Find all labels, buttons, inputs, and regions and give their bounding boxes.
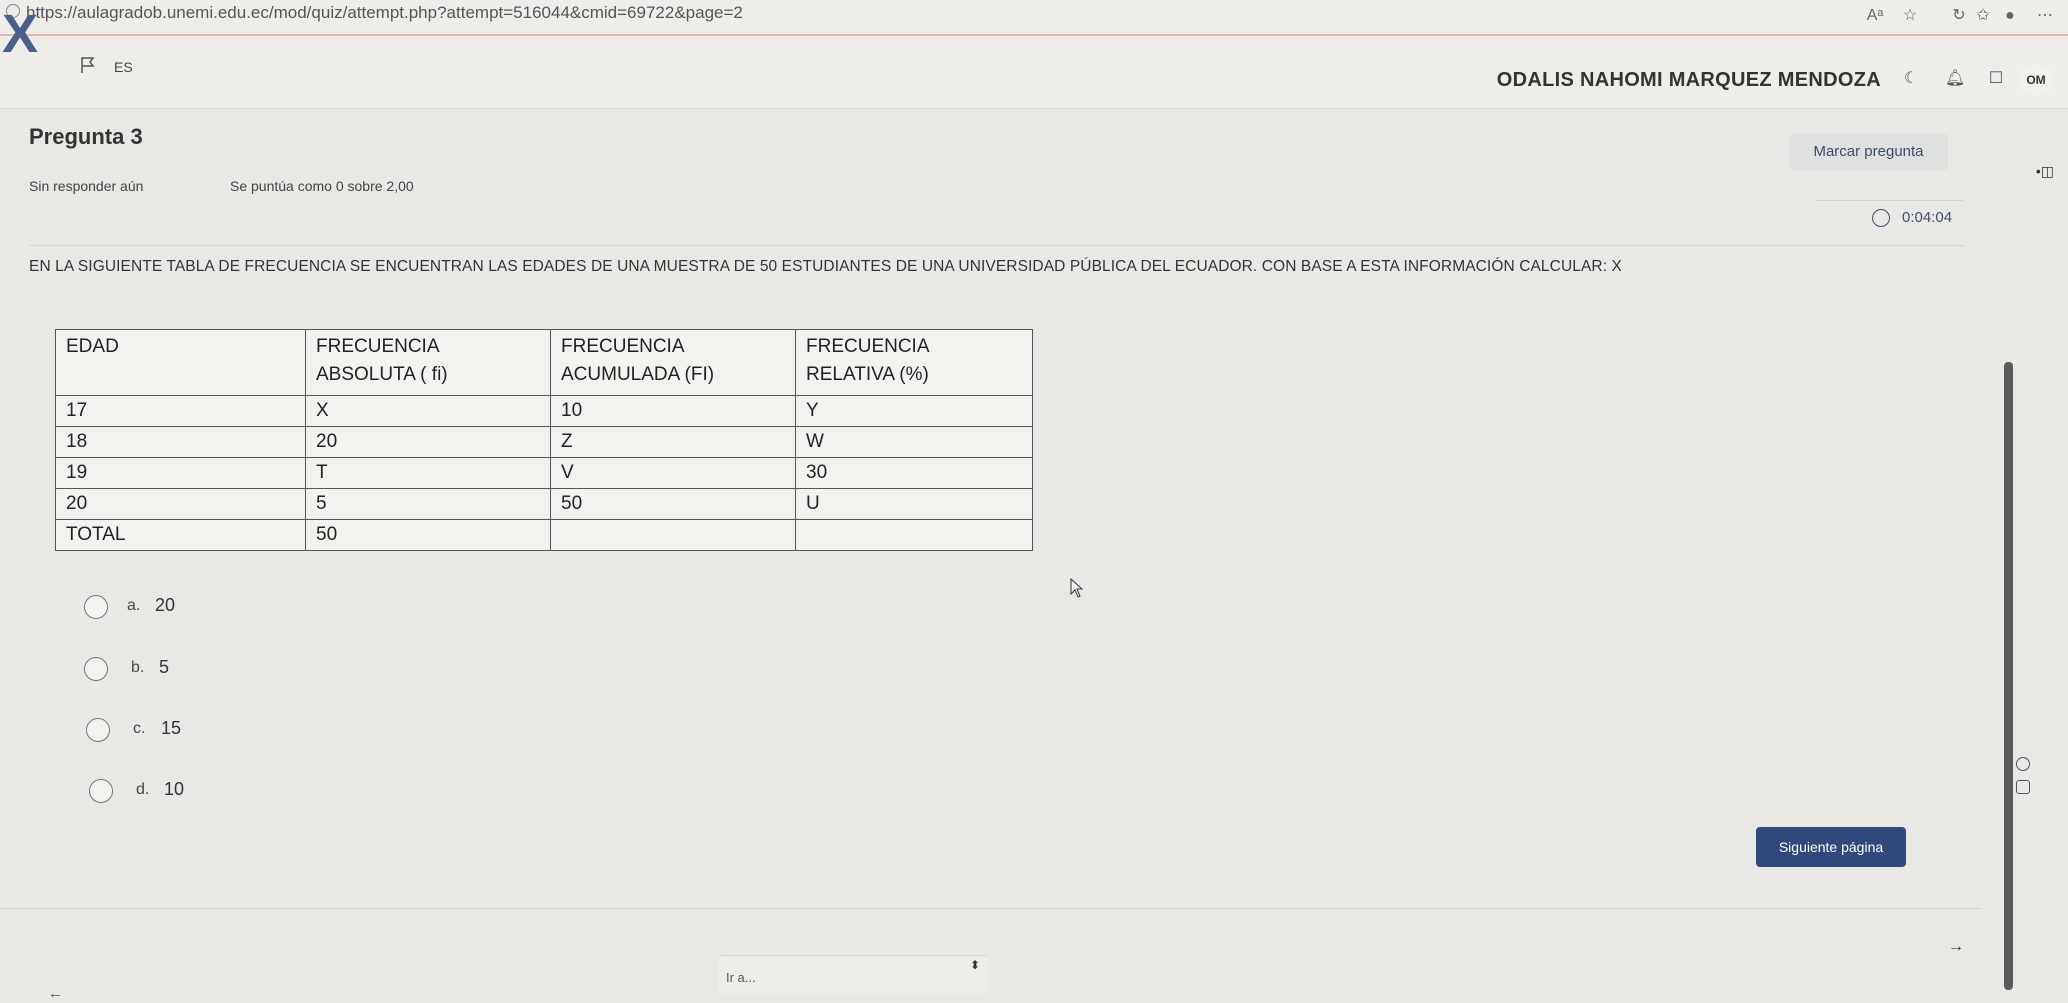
table-row: 17 X 10 Y xyxy=(55,395,1033,427)
table-cell: 19 xyxy=(55,457,306,489)
table-row: 18 20 Z W xyxy=(55,426,1033,458)
answer-b-label[interactable]: 5 xyxy=(159,657,169,678)
table-cell: Y xyxy=(795,395,1033,427)
favorite-icon[interactable]: ☆ xyxy=(1901,7,1919,25)
table-cell: V xyxy=(550,457,796,489)
table-header-cell: FRECUENCIA RELATIVA (%) xyxy=(795,329,1033,396)
table-cell: T xyxy=(305,457,551,489)
favorites-list-icon[interactable]: ✩ xyxy=(1974,7,1992,25)
table-cell: TOTAL xyxy=(55,519,306,551)
table-cell xyxy=(795,519,1033,551)
table-row: 20 5 50 U xyxy=(55,488,1033,520)
question-title: Pregunta 3 xyxy=(29,124,143,149)
arrow-right-icon[interactable]: → xyxy=(1948,938,1964,956)
answer-c-radio[interactable] xyxy=(86,718,110,742)
more-icon[interactable]: ⋯ xyxy=(2036,7,2054,25)
answer-d-radio[interactable] xyxy=(89,779,113,803)
answer-c-label[interactable]: 15 xyxy=(161,718,181,739)
settings-float-icon[interactable] xyxy=(2016,757,2030,771)
flag-question-button[interactable]: Marcar pregunta xyxy=(1789,134,1948,170)
moon-icon[interactable]: ☾ xyxy=(1900,68,1922,90)
table-header-cell: EDAD xyxy=(55,329,306,396)
answer-a-radio[interactable] xyxy=(84,595,108,619)
frequency-table: EDAD FRECUENCIA ABSOLUTA ( fi) FRECUENCIA… xyxy=(55,329,1033,551)
flag-icon[interactable] xyxy=(80,56,96,74)
table-cell: 5 xyxy=(305,488,551,520)
chevron-updown-icon[interactable]: ⬍ xyxy=(970,958,980,972)
table-header-cell: FRECUENCIA ACUMULADA (FI) xyxy=(550,329,796,396)
next-page-button[interactable]: Siguiente página xyxy=(1756,827,1906,867)
table-cell: 30 xyxy=(795,457,1033,489)
table-cell: X xyxy=(305,395,551,427)
table-cell: Z xyxy=(550,426,796,458)
goto-placeholder: Ir a... xyxy=(726,970,756,985)
language-selector[interactable]: ES xyxy=(114,59,133,75)
table-cell: W xyxy=(795,426,1033,458)
table-cell xyxy=(550,519,796,551)
bell-icon[interactable]: 🔔︎ xyxy=(1944,68,1966,90)
goto-select[interactable] xyxy=(718,955,988,994)
answer-c-letter: c. xyxy=(133,720,146,737)
answer-b-letter: b. xyxy=(131,659,145,676)
read-aloud-icon[interactable]: Aᵃ xyxy=(1866,7,1884,25)
user-name[interactable]: ODALIS NAHOMI MARQUEZ MENDOZA xyxy=(1497,69,1881,92)
table-cell: U xyxy=(795,488,1033,520)
url-text[interactable]: https://aulagradob.unemi.edu.ec/mod/quiz… xyxy=(26,3,743,23)
answer-a-label[interactable]: 20 xyxy=(155,595,175,616)
table-cell: 20 xyxy=(55,488,306,520)
scrollbar-thumb[interactable] xyxy=(2004,362,2013,990)
profile-icon[interactable]: ● xyxy=(2001,7,2019,25)
timer-value: 0:04:04 xyxy=(1902,209,1953,226)
divider xyxy=(29,245,1964,246)
site-logo[interactable]: X xyxy=(2,7,38,61)
table-cell: 50 xyxy=(550,488,796,520)
table-cell: 17 xyxy=(55,395,306,427)
grade-text: Se puntúa como 0 sobre 2,00 xyxy=(230,178,414,194)
table-row: 19 T V 30 xyxy=(55,457,1033,489)
clock-icon xyxy=(1872,209,1890,227)
record-float-icon[interactable] xyxy=(2016,780,2030,794)
refresh-icon[interactable]: ↻ xyxy=(1950,7,1968,25)
answer-d-letter: d. xyxy=(136,781,150,798)
chat-icon[interactable]: ☐ xyxy=(1985,68,2007,90)
status-badge: Sin responder aún xyxy=(29,178,144,194)
arrow-left-icon[interactable]: ← xyxy=(48,985,63,1002)
avatar[interactable]: OM xyxy=(2020,64,2052,96)
table-cell: 50 xyxy=(305,519,551,551)
mouse-cursor-icon xyxy=(1070,578,1084,598)
table-cell: 10 xyxy=(550,395,796,427)
table-cell: 20 xyxy=(305,426,551,458)
table-row: TOTAL 50 xyxy=(55,519,1033,551)
table-header-row: EDAD FRECUENCIA ABSOLUTA ( fi) FRECUENCIA… xyxy=(55,329,1033,396)
divider xyxy=(0,908,1980,909)
table-cell: 18 xyxy=(55,426,306,458)
answer-d-label[interactable]: 10 xyxy=(164,779,184,800)
answer-a-letter: a. xyxy=(127,597,141,614)
table-header-cell: FRECUENCIA ABSOLUTA ( fi) xyxy=(305,329,551,396)
drawer-toggle-icon[interactable]: •◫ xyxy=(2036,163,2054,180)
answer-b-radio[interactable] xyxy=(84,657,108,681)
question-text: EN LA SIGUIENTE TABLA DE FRECUENCIA SE E… xyxy=(29,258,1622,275)
